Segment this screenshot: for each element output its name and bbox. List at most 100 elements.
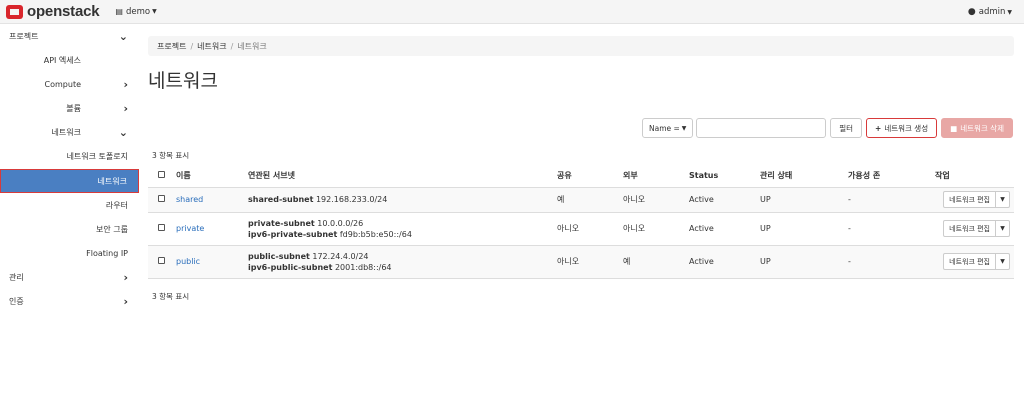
shared-cell: 아니오 <box>557 212 623 246</box>
sidebar-item-admin[interactable]: 관리 › <box>0 265 139 289</box>
user-icon: ● <box>967 7 976 17</box>
subnet-name: shared-subnet <box>248 195 314 204</box>
network-name-link[interactable]: shared <box>176 195 203 204</box>
sidebar-item-label: 볼륨 <box>66 103 81 113</box>
chevron-down-icon: ▼ <box>1000 196 1005 203</box>
external-cell: 예 <box>623 245 689 279</box>
filter-input[interactable] <box>696 118 827 138</box>
row-actions: 네트워크 편집 ▼ <box>943 191 1010 208</box>
row-checkbox[interactable] <box>158 224 165 231</box>
filter-button[interactable]: 필터 <box>830 118 863 138</box>
breadcrumb-separator: / <box>190 41 194 51</box>
subnets-cell: shared-subnet 192.168.233.0/24 <box>248 187 557 213</box>
row-actions: 네트워크 편집 ▼ <box>943 220 1010 237</box>
table-header-row: 이름 연관된 서브넷 공유 외부 Status 관리 상태 가용성 존 작업 <box>148 165 1014 188</box>
sidebar-item-routers[interactable]: 라우터 <box>0 193 139 217</box>
shared-cell: 예 <box>557 187 623 213</box>
sidebar-item-networks[interactable]: 네트워크 <box>0 169 139 193</box>
row-checkbox[interactable] <box>158 195 165 202</box>
row-select-cell <box>148 212 176 246</box>
network-name-link[interactable]: public <box>176 257 200 266</box>
column-header-actions: 작업 <box>935 165 1014 188</box>
create-network-label: 네트워크 생성 <box>884 123 929 133</box>
sidebar-item-label: Compute <box>44 79 81 89</box>
availability-zone-cell: - <box>848 212 935 246</box>
chevron-down-icon: ▼ <box>681 124 687 132</box>
delete-networks-label: 네트워크 삭제 <box>960 123 1004 133</box>
column-header-status: Status <box>689 165 760 188</box>
actions-cell: 네트워크 편집 ▼ <box>935 187 1014 213</box>
sidebar-item-label: 라우터 <box>105 200 128 210</box>
plus-icon: + <box>875 123 882 133</box>
create-network-button[interactable]: + 네트워크 생성 <box>866 118 938 138</box>
sidebar-item-identity[interactable]: 인증 › <box>0 289 139 313</box>
project-name: demo <box>125 6 151 17</box>
breadcrumb-item-project[interactable]: 프로젝트 <box>157 41 186 52</box>
breadcrumb: 프로젝트 / 네트워크 / 네트워크 <box>148 36 1014 56</box>
status-cell: Active <box>689 187 760 213</box>
project-switcher[interactable]: ▤ demo ▼ <box>115 7 156 17</box>
chevron-right-icon: › <box>123 102 128 115</box>
sidebar-item-label: 네트워크 <box>97 176 127 186</box>
user-name: admin <box>978 7 1006 17</box>
trash-icon: ■ <box>950 123 958 133</box>
sidebar-item-label: Floating IP <box>86 248 128 258</box>
subnet-entry: ipv6-private-subnet fd9b:b5b:e50::/64 <box>248 229 557 240</box>
network-name-link[interactable]: private <box>176 224 204 233</box>
chevron-right-icon: › <box>123 295 128 308</box>
chevron-right-icon: › <box>123 271 128 284</box>
page-title: 네트워크 <box>148 70 218 92</box>
subnet-cidr: 10.0.0.0/26 <box>317 218 364 228</box>
openstack-logo-icon <box>6 4 23 19</box>
subnet-cidr: 2001:db8::/64 <box>334 262 392 272</box>
sidebar-item-volumes[interactable]: 볼륨 › <box>0 96 139 120</box>
networks-table: 이름 연관된 서브넷 공유 외부 Status 관리 상태 가용성 존 작업 s… <box>148 165 1014 279</box>
edit-network-button[interactable]: 네트워크 편집 <box>943 191 996 208</box>
chevron-down-icon: ⌄ <box>118 30 128 43</box>
user-menu[interactable]: ● admin ▼ <box>968 0 1012 24</box>
breadcrumb-separator: / <box>230 41 234 51</box>
sidebar-item-security-groups[interactable]: 보안 그룹 <box>0 217 139 241</box>
sidebar-item-network-topology[interactable]: 네트워크 토폴로지 <box>0 144 139 168</box>
edit-network-button[interactable]: 네트워크 편집 <box>943 220 996 237</box>
subnet-cidr: 192.168.233.0/24 <box>315 195 388 204</box>
sidebar-item-project[interactable]: 프로젝트 ⌄ <box>0 24 139 48</box>
network-name-cell: shared <box>176 187 248 213</box>
subnet-entry: public-subnet 172.24.4.0/24 <box>248 251 557 262</box>
status-cell: Active <box>689 212 760 246</box>
admin-state-cell: UP <box>760 212 848 246</box>
actions-cell: 네트워크 편집 ▼ <box>935 245 1014 279</box>
delete-networks-button[interactable]: ■ 네트워크 삭제 <box>941 118 1013 138</box>
column-header-subnets: 연관된 서브넷 <box>248 165 557 188</box>
filter-field-select[interactable]: Name = ▼ <box>642 118 694 138</box>
network-name-cell: public <box>176 245 248 279</box>
select-all-checkbox[interactable] <box>158 171 165 179</box>
more-actions-toggle[interactable]: ▼ <box>996 220 1010 237</box>
row-select-cell <box>148 245 176 279</box>
subnet-entry: private-subnet 10.0.0.0/26 <box>248 218 557 229</box>
sidebar-item-network-group[interactable]: 네트워크 ⌄ <box>0 120 139 144</box>
more-actions-toggle[interactable]: ▼ <box>996 191 1010 208</box>
subnet-entry: shared-subnet 192.168.233.0/24 <box>248 194 557 205</box>
edit-network-button[interactable]: 네트워크 편집 <box>943 253 996 270</box>
openstack-logo[interactable]: openstack <box>6 3 100 20</box>
row-checkbox[interactable] <box>158 257 165 264</box>
subnet-name: ipv6-private-subnet <box>248 229 338 239</box>
more-actions-toggle[interactable]: ▼ <box>996 253 1010 270</box>
subnets-cell: private-subnet 10.0.0.0/26 ipv6-private-… <box>248 212 557 246</box>
chevron-down-icon: ▼ <box>1000 258 1005 265</box>
column-header-name[interactable]: 이름 <box>176 165 248 188</box>
sidebar-item-compute[interactable]: Compute › <box>0 72 139 96</box>
filter-field-label: Name = <box>649 123 680 133</box>
row-select-cell <box>148 187 176 213</box>
sidebar-item-api-access[interactable]: API 엑세스 <box>0 48 139 72</box>
breadcrumb-item-network[interactable]: 네트워크 <box>197 41 226 52</box>
column-header-availability-zone: 가용성 존 <box>848 165 935 188</box>
sidebar-item-floating-ip[interactable]: Floating IP <box>0 241 139 265</box>
shared-cell: 아니오 <box>557 245 623 279</box>
column-header-external: 외부 <box>623 165 689 188</box>
row-actions: 네트워크 편집 ▼ <box>943 253 1010 270</box>
subnet-cidr: fd9b:b5b:e50::/64 <box>339 229 412 239</box>
sidebar-item-label: 인증 <box>9 296 24 306</box>
subnet-name: private-subnet <box>248 218 315 228</box>
